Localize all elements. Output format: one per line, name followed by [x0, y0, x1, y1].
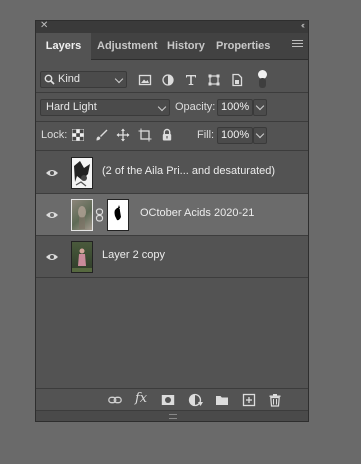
lock-label: Lock: [41, 129, 68, 141]
kind-filter-select[interactable]: Kind [40, 71, 127, 88]
panel-menu-icon[interactable] [292, 40, 303, 51]
lock-row: Lock: Fill: 100% [36, 126, 308, 146]
lock-transparent-pixels-icon[interactable] [71, 128, 85, 142]
lock-all-icon[interactable] [160, 128, 174, 142]
search-icon [44, 74, 55, 85]
resize-bar[interactable] [36, 410, 308, 421]
visibility-eye-icon[interactable] [45, 166, 59, 180]
image-filter-icon[interactable] [138, 73, 152, 87]
fill-dropdown[interactable] [253, 127, 267, 144]
opacity-dropdown[interactable] [253, 99, 267, 116]
opacity-label: Opacity: [175, 101, 216, 113]
new-group-icon[interactable] [215, 393, 229, 407]
lock-image-pixels-icon[interactable] [94, 128, 108, 142]
panel-tabs: Layers Adjustment History Properties [36, 33, 308, 60]
chevron-down-icon [198, 402, 203, 406]
tab-layers[interactable]: Layers [36, 33, 91, 60]
blend-mode-select[interactable]: Hard Light [40, 99, 170, 116]
resize-grip-icon[interactable] [169, 414, 177, 419]
fill-label: Fill: [197, 129, 215, 141]
lock-artboard-icon[interactable] [138, 128, 152, 142]
filter-toggle[interactable] [258, 70, 267, 88]
layer-row[interactable]: (2 of the Aila Pri... and desaturated) [36, 152, 308, 194]
layer-thumbnail [71, 241, 93, 273]
kind-label: Kind [58, 73, 81, 85]
tab-properties[interactable]: Properties [216, 33, 272, 59]
visibility-eye-icon[interactable] [45, 250, 59, 264]
opacity-field[interactable]: 100% [217, 99, 253, 116]
adjustment-filter-icon[interactable] [161, 73, 175, 87]
layer-name: OCtober Acids 2020-21 [140, 207, 255, 219]
layer-mask-thumbnail[interactable] [107, 199, 129, 231]
blend-row: Hard Light Opacity: 100% [36, 98, 308, 118]
lock-position-icon[interactable] [116, 128, 130, 142]
tab-history[interactable]: History [167, 33, 207, 59]
layer-row-selected[interactable]: OCtober Acids 2020-21 [36, 194, 308, 236]
chevron-down-icon [157, 102, 167, 112]
collapse-icon[interactable]: ‹‹ [301, 20, 305, 30]
layer-name: Layer 2 copy [102, 249, 165, 261]
fill-field[interactable]: 100% [217, 127, 253, 144]
layer-thumbnail [71, 199, 93, 231]
delete-icon[interactable] [268, 393, 282, 407]
chevron-down-icon [255, 101, 265, 111]
tab-adjustments[interactable]: Adjustment [97, 33, 159, 59]
layer-name: (2 of the Aila Pri... and desaturated) [102, 165, 276, 177]
blend-mode-value: Hard Light [46, 101, 97, 113]
link-layers-icon[interactable] [108, 393, 122, 407]
layer-row[interactable]: Layer 2 copy [36, 236, 308, 278]
visibility-eye-icon[interactable] [45, 208, 59, 222]
type-filter-icon[interactable] [184, 73, 198, 87]
shape-filter-icon[interactable] [207, 73, 221, 87]
add-mask-icon[interactable] [161, 393, 175, 407]
layers-panel: ✕ ‹‹ Layers Adjustment History Propertie… [35, 20, 309, 422]
filter-row: Kind [36, 70, 308, 90]
panel-footer: fx [36, 388, 308, 411]
panel-titlebar: ✕ ‹‹ [36, 20, 308, 33]
chevron-down-icon [255, 129, 265, 139]
smart-object-filter-icon[interactable] [230, 73, 244, 87]
chevron-down-icon [114, 74, 124, 84]
layer-thumbnail [71, 157, 93, 189]
mask-link-icon[interactable] [95, 208, 104, 222]
close-icon[interactable]: ✕ [40, 20, 48, 31]
new-layer-icon[interactable] [242, 393, 256, 407]
fx-icon[interactable]: fx [135, 391, 147, 406]
